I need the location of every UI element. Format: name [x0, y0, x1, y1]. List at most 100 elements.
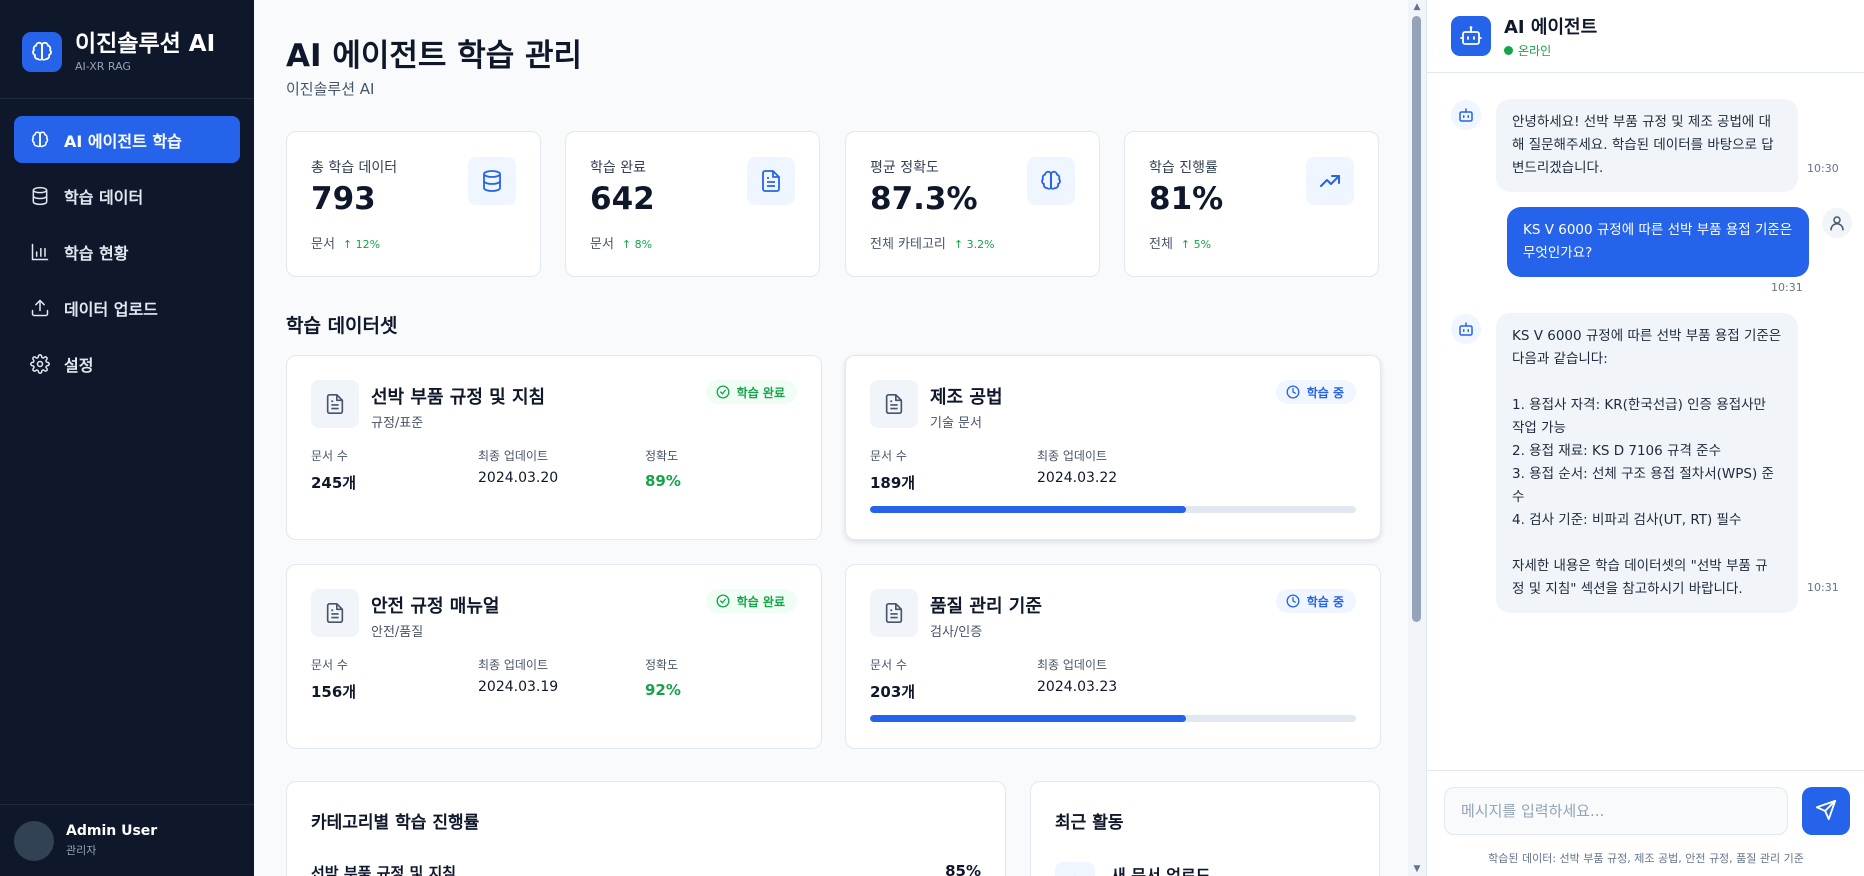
sidebar-item-settings[interactable]: 설정 — [14, 340, 240, 387]
meta-label: 정확도 — [645, 658, 679, 672]
scroll-down-icon[interactable]: ▼ — [1412, 864, 1422, 874]
panel-title: 카테고리별 학습 진행률 — [311, 813, 480, 833]
meta-value: 189개 — [870, 474, 916, 492]
status-label: 학습 완료 — [736, 594, 785, 609]
meta-updated: 최종 업데이트 2024.03.20 — [478, 447, 558, 486]
brand: 이진솔루션 AI AI-XR RAG — [0, 0, 254, 99]
sidebar-nav: AI 에이전트 학습 학습 데이터 학습 현황 데이터 업로드 설정 — [0, 99, 254, 413]
message-time: 10:31 — [1771, 281, 1803, 294]
stat-unit: 전체 — [1149, 237, 1173, 252]
message-time: 10:30 — [1807, 162, 1839, 175]
dataset-name: 선박 부품 규정 및 지침 — [371, 387, 546, 408]
stat-unit: 문서 — [590, 237, 614, 252]
scrollbar-thumb[interactable] — [1412, 16, 1421, 622]
chat-panel: AI 에이전트 온라인 안녕하세요! 선박 부품 규정 및 제조 공법에 대 해… — [1426, 0, 1864, 876]
sidebar-item-ai-agent-training[interactable]: AI 에이전트 학습 — [14, 116, 240, 163]
stat-footer: 문서 ↑ 8% — [590, 233, 652, 252]
meta-value: 245개 — [311, 474, 357, 492]
dataset-card[interactable]: 안전 규정 매뉴얼 안전/품질 학습 완료 문서 수 156개 최종 업데이트 20… — [286, 564, 822, 749]
sidebar-item-label: 학습 데이터 — [64, 187, 144, 207]
user-profile[interactable]: Admin User 관리자 — [0, 804, 254, 876]
file-icon — [870, 589, 918, 637]
chat-message-bot: KS V 6000 규정에 따른 선박 부품 용접 기준은 다음과 같습니다: … — [1496, 313, 1798, 613]
main-content: AI 에이전트 학습 관리 이진솔루션 AI 총 학습 데이터 793 문서 ↑ … — [254, 0, 1426, 876]
stat-card-completed: 학습 완료 642 문서 ↑ 8% — [565, 131, 820, 277]
chat-composer: 학습된 데이터: 선박 부품 규정, 제조 공법, 안전 규정, 품질 관리 기… — [1427, 770, 1864, 876]
dataset-card[interactable]: 제조 공법 기술 문서 학습 중 문서 수 189개 최종 업데이트 2024.03… — [845, 355, 1381, 540]
stat-trend: ↑ 3.2% — [953, 238, 995, 251]
dataset-name: 제조 공법 — [930, 387, 1003, 408]
meta-value: 203개 — [870, 683, 916, 701]
status-badge: 학습 중 — [1275, 380, 1356, 404]
progress-bar-fill — [870, 715, 1186, 722]
category-row: 선박 부품 규정 및 지침 85% — [311, 862, 981, 876]
meta-updated: 최종 업데이트 2024.03.19 — [478, 656, 558, 695]
meta-label: 최종 업데이트 — [478, 658, 549, 672]
meta-updated: 최종 업데이트 2024.03.22 — [1037, 447, 1117, 486]
upload-icon — [1055, 862, 1095, 876]
meta-label: 문서 수 — [311, 449, 348, 463]
brain-icon — [30, 130, 50, 150]
sidebar-item-training-data[interactable]: 학습 데이터 — [14, 172, 240, 219]
main-scrollbar[interactable]: ▲ ▼ — [1408, 0, 1426, 876]
meta-value: 2024.03.23 — [1037, 679, 1118, 695]
sidebar-item-label: AI 에이전트 학습 — [64, 131, 182, 151]
meta-label: 최종 업데이트 — [478, 449, 549, 463]
meta-label: 문서 수 — [870, 449, 907, 463]
progress-bar — [870, 506, 1356, 513]
status-label: 학습 완료 — [736, 385, 785, 400]
meta-docs: 문서 수 203개 — [870, 656, 915, 702]
stat-footer: 전체 ↑ 5% — [1149, 233, 1211, 252]
chat-status: 온라인 — [1504, 42, 1597, 59]
file-icon — [311, 589, 359, 637]
progress-bar-fill — [870, 506, 1186, 513]
user-role: 관리자 — [66, 844, 97, 857]
send-button[interactable] — [1802, 787, 1850, 835]
check-circle-icon — [716, 594, 730, 608]
brand-title: 이진솔루션 AI — [75, 31, 216, 58]
dataset-category: 검사/인증 — [930, 625, 983, 640]
chat-header: AI 에이전트 온라인 — [1427, 0, 1864, 73]
page-subtitle: 이진솔루션 AI — [286, 80, 375, 98]
database-icon — [30, 186, 50, 206]
user-avatar-icon — [1822, 208, 1852, 238]
sidebar-item-label: 설정 — [64, 355, 94, 375]
file-icon — [311, 380, 359, 428]
dataset-category: 기술 문서 — [930, 416, 982, 431]
dataset-card[interactable]: 품질 관리 기준 검사/인증 학습 중 문서 수 203개 최종 업데이트 2024… — [845, 564, 1381, 749]
scroll-up-icon[interactable]: ▲ — [1412, 2, 1422, 12]
meta-value: 2024.03.19 — [478, 679, 559, 695]
sidebar-item-label: 학습 현황 — [64, 243, 129, 263]
category-name: 선박 부품 규정 및 지침 — [311, 864, 457, 876]
clock-icon — [1286, 594, 1300, 608]
meta-docs: 문서 수 156개 — [311, 656, 356, 702]
sidebar-item-training-status[interactable]: 학습 현황 — [14, 228, 240, 275]
sidebar-item-data-upload[interactable]: 데이터 업로드 — [14, 284, 240, 331]
meta-value: 2024.03.22 — [1037, 470, 1118, 486]
dataset-category: 안전/품질 — [371, 625, 424, 640]
chat-message-input[interactable] — [1444, 787, 1788, 835]
meta-updated: 최종 업데이트 2024.03.23 — [1037, 656, 1117, 695]
dataset-name: 안전 규정 매뉴얼 — [371, 596, 500, 617]
status-text: 온라인 — [1518, 44, 1552, 58]
category-progress-panel: 카테고리별 학습 진행률 선박 부품 규정 및 지침 85% — [286, 781, 1006, 876]
avatar — [14, 820, 54, 861]
meta-value: 2024.03.20 — [478, 470, 559, 486]
brain-icon — [1027, 157, 1075, 205]
upload-icon — [30, 298, 50, 318]
recent-activity-panel: 최근 활동 새 문서 업로드 — [1030, 781, 1380, 876]
meta-value: 89% — [645, 472, 681, 490]
clock-icon — [1286, 385, 1300, 399]
chat-message-bot: 안녕하세요! 선박 부품 규정 및 제조 공법에 대 해 질문해주세요. 학습된… — [1496, 99, 1798, 192]
status-badge: 학습 완료 — [705, 380, 797, 404]
category-value: 85% — [945, 862, 981, 876]
brain-icon — [22, 32, 62, 72]
user-name: Admin User — [66, 823, 158, 839]
dataset-card[interactable]: 선박 부품 규정 및 지침 규정/표준 학습 완료 문서 수 245개 최종 업데… — [286, 355, 822, 540]
stat-card-accuracy: 평균 정확도 87.3% 전체 카테고리 ↑ 3.2% — [845, 131, 1100, 277]
gear-icon — [30, 353, 50, 374]
status-label: 학습 중 — [1306, 594, 1344, 609]
sidebar-item-label: 데이터 업로드 — [64, 299, 158, 319]
check-circle-icon — [716, 385, 730, 399]
stat-unit: 전체 카테고리 — [870, 237, 946, 252]
